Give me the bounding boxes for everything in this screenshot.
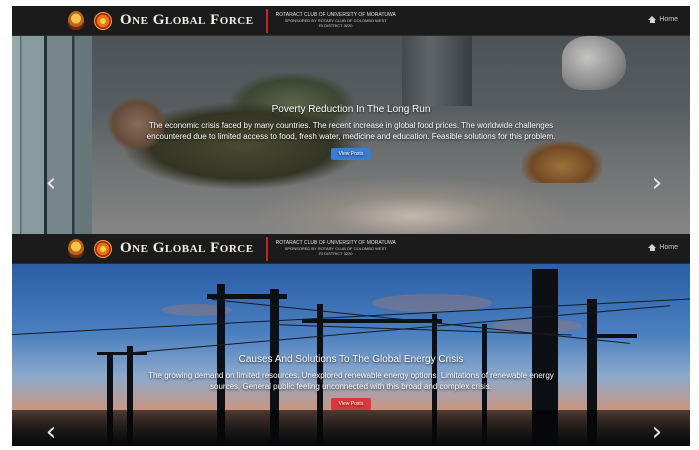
logo-icon[interactable] (94, 11, 112, 30)
brand-name[interactable]: One Global Force (120, 12, 254, 29)
slide-title: Poverty Reduction In The Long Run (271, 104, 431, 115)
divider (265, 8, 268, 33)
ground (12, 410, 690, 446)
emblem-icon (68, 239, 84, 258)
view-posts-button[interactable]: View Posts (330, 148, 372, 160)
club-info: Rotaract Club of University Of Moratuwa … (276, 13, 396, 29)
chevron-right-icon[interactable]: › (650, 419, 664, 445)
club-info: Rotaract Club of University Of Moratuwa … (276, 241, 396, 257)
slide-caption: Poverty Reduction In The Long Run The ec… (12, 104, 690, 160)
slide-caption: Causes And Solutions To The Global Energ… (12, 354, 690, 410)
home-label: Home (659, 16, 678, 23)
view-posts-button[interactable]: View Posts (330, 398, 372, 410)
navbar: One Global Force Rotaract Club of Univer… (12, 6, 690, 36)
emblem-icon (68, 11, 84, 30)
chevron-left-icon[interactable]: ‹ (44, 170, 58, 196)
divider (265, 236, 268, 261)
screenshot-slide-poverty: One Global Force Rotaract Club of Univer… (12, 6, 690, 234)
home-link[interactable]: Home (648, 16, 678, 23)
slide-text: The growing demand on limited resources.… (148, 371, 554, 391)
slide-title: Causes And Solutions To The Global Energ… (238, 354, 464, 365)
chevron-right-icon[interactable]: › (650, 170, 664, 196)
slide-text: The economic crisis faced by many countr… (146, 121, 556, 141)
pylon-arm (597, 334, 637, 338)
home-icon (648, 16, 657, 23)
screenshot-slide-energy: One Global Force Rotaract Club of Univer… (12, 234, 690, 446)
club-line-3: RI District 3220 (318, 23, 353, 28)
chevron-left-icon[interactable]: ‹ (44, 419, 58, 445)
logo-icon[interactable] (94, 239, 112, 258)
club-line-3: RI District 3220 (318, 251, 353, 256)
home-icon (648, 244, 657, 251)
home-label: Home (659, 244, 678, 251)
navbar: One Global Force Rotaract Club of Univer… (12, 234, 690, 264)
home-link[interactable]: Home (648, 244, 678, 251)
brand-name[interactable]: One Global Force (120, 240, 254, 257)
